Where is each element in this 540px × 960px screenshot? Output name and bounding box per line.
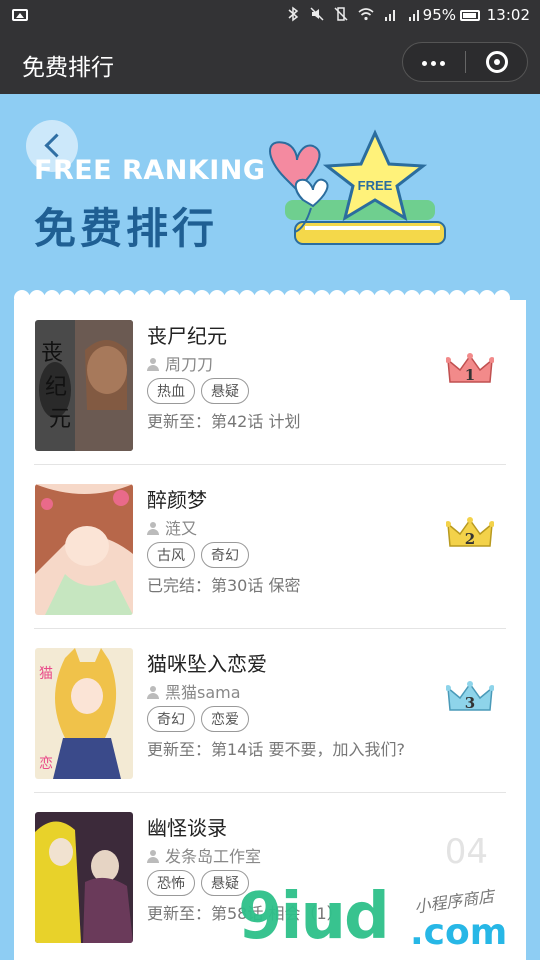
free-badge-text: FREE: [358, 178, 393, 193]
author-name: 黑猫sama: [165, 683, 241, 702]
user-icon: [147, 686, 159, 699]
close-program-button[interactable]: [466, 43, 528, 81]
mini-program-capsule: [402, 42, 528, 82]
tag-list: 恐怖 悬疑: [147, 870, 249, 896]
vibrate-icon: [334, 7, 348, 21]
clock: 13:02: [486, 6, 530, 24]
genre-tag: 悬疑: [201, 378, 249, 404]
comic-title: 幽怪谈录: [147, 816, 227, 840]
update-status: 更新至：第58话 相会（1）: [147, 904, 343, 923]
tag-list: 奇幻 恋爱: [147, 706, 249, 732]
tag-list: 古风 奇幻: [147, 542, 249, 568]
update-status: 已完结：第30话 保密: [147, 576, 301, 595]
genre-tag: 古风: [147, 542, 195, 568]
comic-cover: 丧纪元: [35, 320, 133, 451]
more-dot: [440, 61, 445, 66]
author-name: 涟又: [165, 519, 198, 538]
mute-icon: [310, 7, 324, 21]
comic-title: 醉颜梦: [147, 488, 207, 512]
genre-tag: 悬疑: [201, 870, 249, 896]
list-item[interactable]: 幽怪谈录 发条岛工作室 恐怖 悬疑 更新至：第58话 相会（1） 04: [34, 792, 506, 956]
more-dot: [431, 61, 436, 66]
genre-tag: 热血: [147, 378, 195, 404]
signal-icon-2: [409, 10, 419, 21]
rank-number: 3: [465, 694, 475, 712]
author-name: 周刀刀: [165, 355, 214, 374]
comic-author: 涟又: [147, 515, 197, 539]
banner-title-cn: 免费排行: [34, 204, 219, 253]
genre-tag: 恋爱: [201, 706, 249, 732]
wifi-icon: [358, 8, 374, 21]
page-title: 免费排行: [22, 55, 114, 81]
list-item[interactable]: 丧纪元 丧尸纪元 周刀刀 热血 悬疑 更新至：第42话 计划 1: [34, 300, 506, 465]
more-dots-icon: [422, 61, 427, 66]
rank-number: 1: [465, 366, 475, 384]
comic-cover: [35, 484, 133, 615]
rank-number: 04: [444, 832, 488, 872]
crown-rank-icon: 3: [446, 681, 494, 712]
comic-cover: [35, 812, 133, 943]
more-options-button[interactable]: [403, 43, 465, 81]
author-name: 发条岛工作室: [165, 847, 262, 866]
comic-author: 发条岛工作室: [147, 843, 261, 867]
update-status: 更新至：第14话 要不要，加入我们?: [147, 740, 405, 759]
battery-percent: 95%: [422, 6, 456, 24]
comic-title: 猫咪坠入恋爱: [147, 652, 267, 676]
svg-text:猫: 猫: [39, 666, 53, 682]
ranking-list: 丧纪元 丧尸纪元 周刀刀 热血 悬疑 更新至：第42话 计划 1 醉颜梦 涟又 …: [14, 290, 526, 960]
bluetooth-icon: [288, 6, 299, 22]
signal-icon: [385, 10, 395, 21]
svg-text:元: 元: [49, 407, 71, 432]
banner-illustration: FREE: [269, 129, 446, 245]
comic-author: 周刀刀: [147, 351, 213, 375]
genre-tag: 奇幻: [147, 706, 195, 732]
rank-number: 2: [465, 530, 475, 548]
user-icon: [147, 522, 159, 535]
battery-icon: [460, 10, 480, 21]
svg-text:纪: 纪: [45, 375, 67, 400]
nav-bar: 免费排行: [0, 32, 540, 94]
list-item[interactable]: 猫恋 猫咪坠入恋爱 黑猫sama 奇幻 恋爱 更新至：第14话 要不要，加入我们…: [34, 628, 506, 793]
user-icon: [147, 358, 159, 371]
status-icons: [286, 6, 422, 22]
svg-text:丧: 丧: [41, 341, 63, 366]
user-icon: [147, 850, 159, 863]
target-icon-dot: [494, 59, 500, 65]
comic-author: 黑猫sama: [147, 679, 241, 703]
status-bar: 95% 13:02: [0, 0, 540, 32]
genre-tag: 恐怖: [147, 870, 195, 896]
crown-rank-icon: 2: [446, 517, 494, 548]
gallery-notification-icon: [12, 9, 28, 21]
crown-rank-icon: 1: [446, 353, 494, 384]
update-status: 更新至：第42话 计划: [147, 412, 301, 431]
comic-cover: 猫恋: [35, 648, 133, 779]
svg-text:恋: 恋: [39, 755, 53, 772]
banner-title-en: FREE RANKING: [34, 155, 266, 186]
list-item[interactable]: 醉颜梦 涟又 古风 奇幻 已完结：第30话 保密 2: [34, 464, 506, 629]
comic-title: 丧尸纪元: [147, 324, 227, 348]
tag-list: 热血 悬疑: [147, 378, 249, 404]
genre-tag: 奇幻: [201, 542, 249, 568]
